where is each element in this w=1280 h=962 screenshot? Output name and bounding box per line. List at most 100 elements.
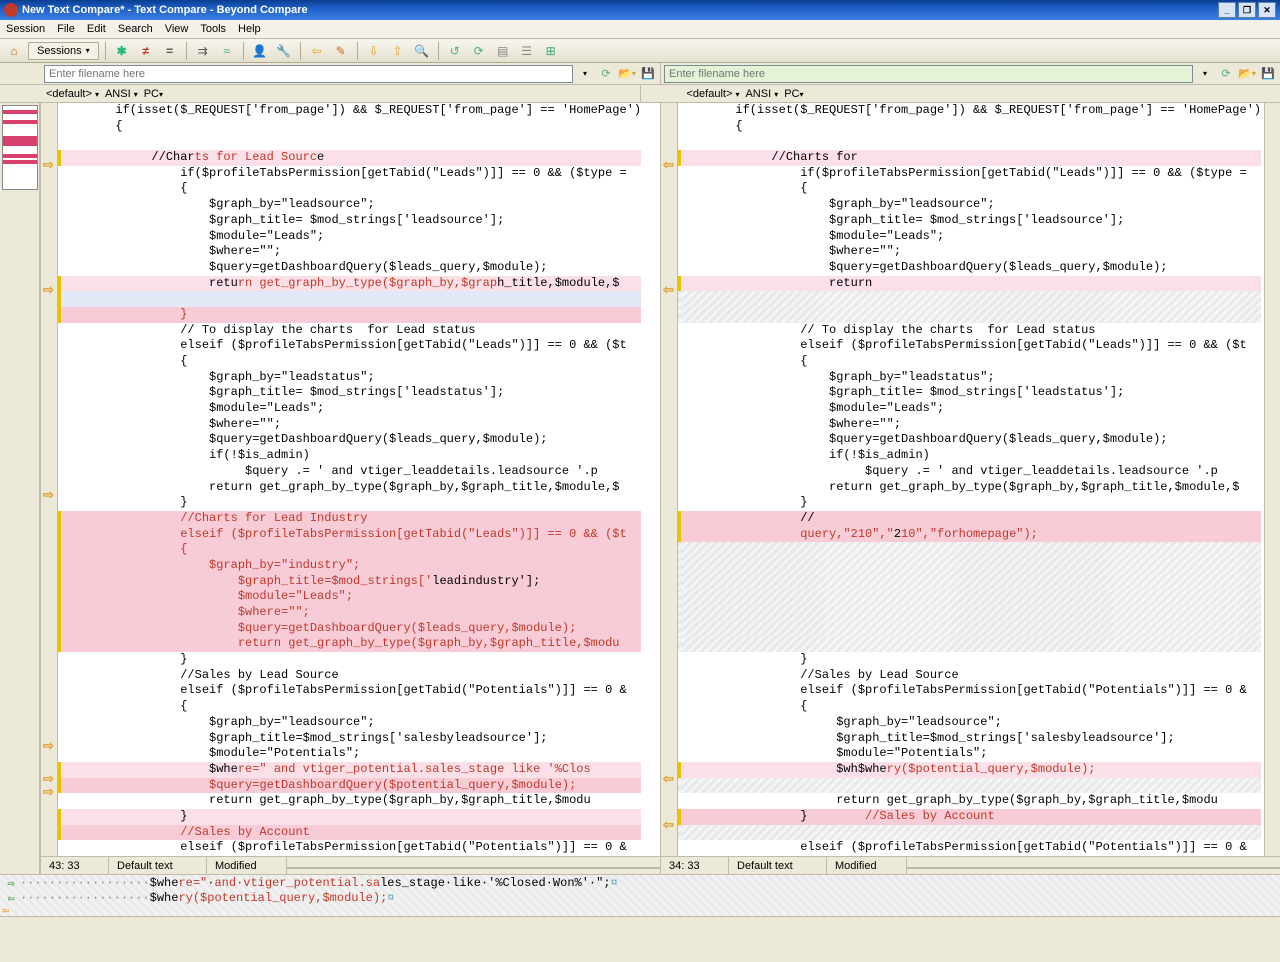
view-icon[interactable]: ⊞ xyxy=(541,41,561,61)
code-line[interactable]: } xyxy=(678,652,1261,668)
right-file-input[interactable] xyxy=(664,65,1193,83)
down-section-icon[interactable]: ⇩ xyxy=(364,41,384,61)
diff-arrow-icon[interactable]: ⇨ xyxy=(43,487,54,503)
code-line[interactable]: $where=""; xyxy=(58,244,641,260)
code-line[interactable] xyxy=(678,778,1261,794)
code-line[interactable]: //Sales by Lead Source xyxy=(678,668,1261,684)
code-line[interactable] xyxy=(678,307,1261,323)
merge-arrow-icon[interactable]: ⇨ xyxy=(2,876,20,890)
code-line[interactable]: } xyxy=(58,307,641,323)
code-line[interactable]: elseif ($profileTabsPermission[getTabid(… xyxy=(678,840,1261,856)
right-save-icon[interactable]: 💾 xyxy=(1259,65,1277,83)
code-line[interactable] xyxy=(678,542,1261,558)
code-line[interactable]: } xyxy=(58,809,641,825)
code-line[interactable]: $where=""; xyxy=(678,417,1261,433)
code-line[interactable] xyxy=(678,558,1261,574)
right-code-area[interactable]: if(isset($_REQUEST['from_page']) && $_RE… xyxy=(678,103,1264,856)
left-file-input[interactable] xyxy=(44,65,573,83)
code-line[interactable]: elseif ($profileTabsPermission[getTabid(… xyxy=(58,683,641,699)
code-line[interactable]: $query .= ' and vtiger_leaddetails.leads… xyxy=(58,464,641,480)
menu-file[interactable]: File xyxy=(57,23,75,35)
code-line[interactable]: $module="Leads"; xyxy=(58,229,641,245)
right-open-icon[interactable]: 📂 xyxy=(1238,65,1256,83)
code-line[interactable] xyxy=(58,134,641,150)
code-line[interactable]: $module="Leads"; xyxy=(678,229,1261,245)
code-line[interactable]: if(isset($_REQUEST['from_page']) && $_RE… xyxy=(58,103,641,119)
diff-arrow-icon[interactable]: ⇦ xyxy=(663,282,674,298)
code-line[interactable]: { xyxy=(678,699,1261,715)
code-line[interactable]: return get_graph_by_type($graph_by,$grap… xyxy=(58,480,641,496)
code-line[interactable]: return get_graph_by_type($graph_by,$grap… xyxy=(678,793,1261,809)
code-line[interactable]: elseif ($profileTabsPermission[getTabid(… xyxy=(58,840,641,856)
code-line[interactable]: $query=getDashboardQuery($leads_query,$m… xyxy=(58,260,641,276)
left-file-history-icon[interactable] xyxy=(576,65,594,83)
code-line[interactable]: { xyxy=(678,181,1261,197)
code-line[interactable]: if(isset($_REQUEST['from_page']) && $_RE… xyxy=(678,103,1261,119)
code-line[interactable]: { xyxy=(58,181,641,197)
left-save-icon[interactable]: 💾 xyxy=(639,65,657,83)
code-line[interactable]: $query=getDashboardQuery($leads_query,$m… xyxy=(58,432,641,448)
diff-arrow-icon[interactable]: ⇨ xyxy=(43,784,54,800)
code-line[interactable]: //Charts for xyxy=(678,150,1261,166)
find-icon[interactable]: 🔍 xyxy=(412,41,432,61)
copy-left-icon[interactable]: ☰ xyxy=(517,41,537,61)
code-line[interactable] xyxy=(678,589,1261,605)
thumbnail-overview[interactable] xyxy=(2,105,38,190)
code-line[interactable]: elseif ($profileTabsPermission[getTabid(… xyxy=(678,683,1261,699)
code-line[interactable] xyxy=(678,134,1261,150)
right-encoding-dropdown[interactable]: ANSI xyxy=(745,88,778,100)
diff-arrow-icon[interactable]: ⇨ xyxy=(43,282,54,298)
code-line[interactable]: { xyxy=(58,542,641,558)
code-line[interactable]: elseif ($profileTabsPermission[getTabid(… xyxy=(58,527,641,543)
code-line[interactable]: $graph_title= $mod_strings['leadsource']… xyxy=(58,213,641,229)
code-line[interactable]: $module="Leads"; xyxy=(58,589,641,605)
code-line[interactable]: $where=""; xyxy=(58,605,641,621)
code-line[interactable]: //Sales by Lead Source xyxy=(58,668,641,684)
left-syntax-dropdown[interactable]: <default> xyxy=(46,88,99,100)
code-line[interactable]: $where=""; xyxy=(678,244,1261,260)
diff-arrow-icon[interactable]: ⇦ xyxy=(663,157,674,173)
code-line[interactable]: } xyxy=(678,495,1261,511)
code-line[interactable]: // To display the charts for Lead status xyxy=(678,323,1261,339)
code-line[interactable]: $module="Leads"; xyxy=(58,401,641,417)
code-line[interactable]: { xyxy=(58,699,641,715)
up-section-icon[interactable]: ⇧ xyxy=(388,41,408,61)
menu-help[interactable]: Help xyxy=(238,23,261,35)
sessions-button[interactable]: Sessions xyxy=(28,42,99,60)
format-icon[interactable]: 👤 xyxy=(250,41,270,61)
code-line[interactable]: $graph_by="leadsource"; xyxy=(58,197,641,213)
code-line[interactable]: return xyxy=(678,276,1261,292)
font-icon[interactable]: 🔧 xyxy=(274,41,294,61)
code-line[interactable]: } //Sales by Account xyxy=(678,809,1261,825)
code-line[interactable]: $graph_by="leadsource"; xyxy=(678,197,1261,213)
code-line[interactable]: $graph_title= $mod_strings['leadsource']… xyxy=(678,213,1261,229)
code-line[interactable]: } xyxy=(58,652,641,668)
left-open-icon[interactable]: 📂 xyxy=(618,65,636,83)
right-file-history-icon[interactable] xyxy=(1196,65,1214,83)
code-line[interactable]: $graph_title=$mod_strings['salesbyleadso… xyxy=(58,731,641,747)
code-line[interactable]: { xyxy=(678,119,1261,135)
code-line[interactable]: $where=" and vtiger_potential.sales_stag… xyxy=(58,762,641,778)
same-icon[interactable]: = xyxy=(160,41,180,61)
code-line[interactable]: { xyxy=(58,119,641,135)
code-line[interactable]: $graph_by="leadsource"; xyxy=(58,715,641,731)
code-line[interactable]: elseif ($profileTabsPermission[getTabid(… xyxy=(58,338,641,354)
code-line[interactable] xyxy=(678,574,1261,590)
copy-right-icon[interactable]: ▤ xyxy=(493,41,513,61)
code-line[interactable]: $wh$whery($potential_query,$module); xyxy=(678,762,1261,778)
code-line[interactable]: //Charts for Lead Industry xyxy=(58,511,641,527)
code-line[interactable]: $module="Potentials"; xyxy=(678,746,1261,762)
code-line[interactable]: elseif ($profileTabsPermission[getTabid(… xyxy=(678,338,1261,354)
thumbnail-panel[interactable] xyxy=(0,103,40,874)
maximize-button[interactable]: ❐ xyxy=(1238,2,1256,18)
right-lineend-dropdown[interactable]: PC xyxy=(784,88,803,100)
code-line[interactable] xyxy=(678,636,1261,652)
code-line[interactable]: $where=""; xyxy=(58,417,641,433)
diff-icon[interactable]: ≠ xyxy=(136,41,156,61)
code-line[interactable]: return get_graph_by_type($graph_by,$grap… xyxy=(58,793,641,809)
left-code-area[interactable]: if(isset($_REQUEST['from_page']) && $_RE… xyxy=(58,103,660,856)
left-refresh-icon[interactable]: ⟳ xyxy=(597,65,615,83)
code-line[interactable]: // To display the charts for Lead status xyxy=(58,323,641,339)
code-line[interactable]: // xyxy=(678,511,1261,527)
code-line[interactable] xyxy=(58,291,641,307)
